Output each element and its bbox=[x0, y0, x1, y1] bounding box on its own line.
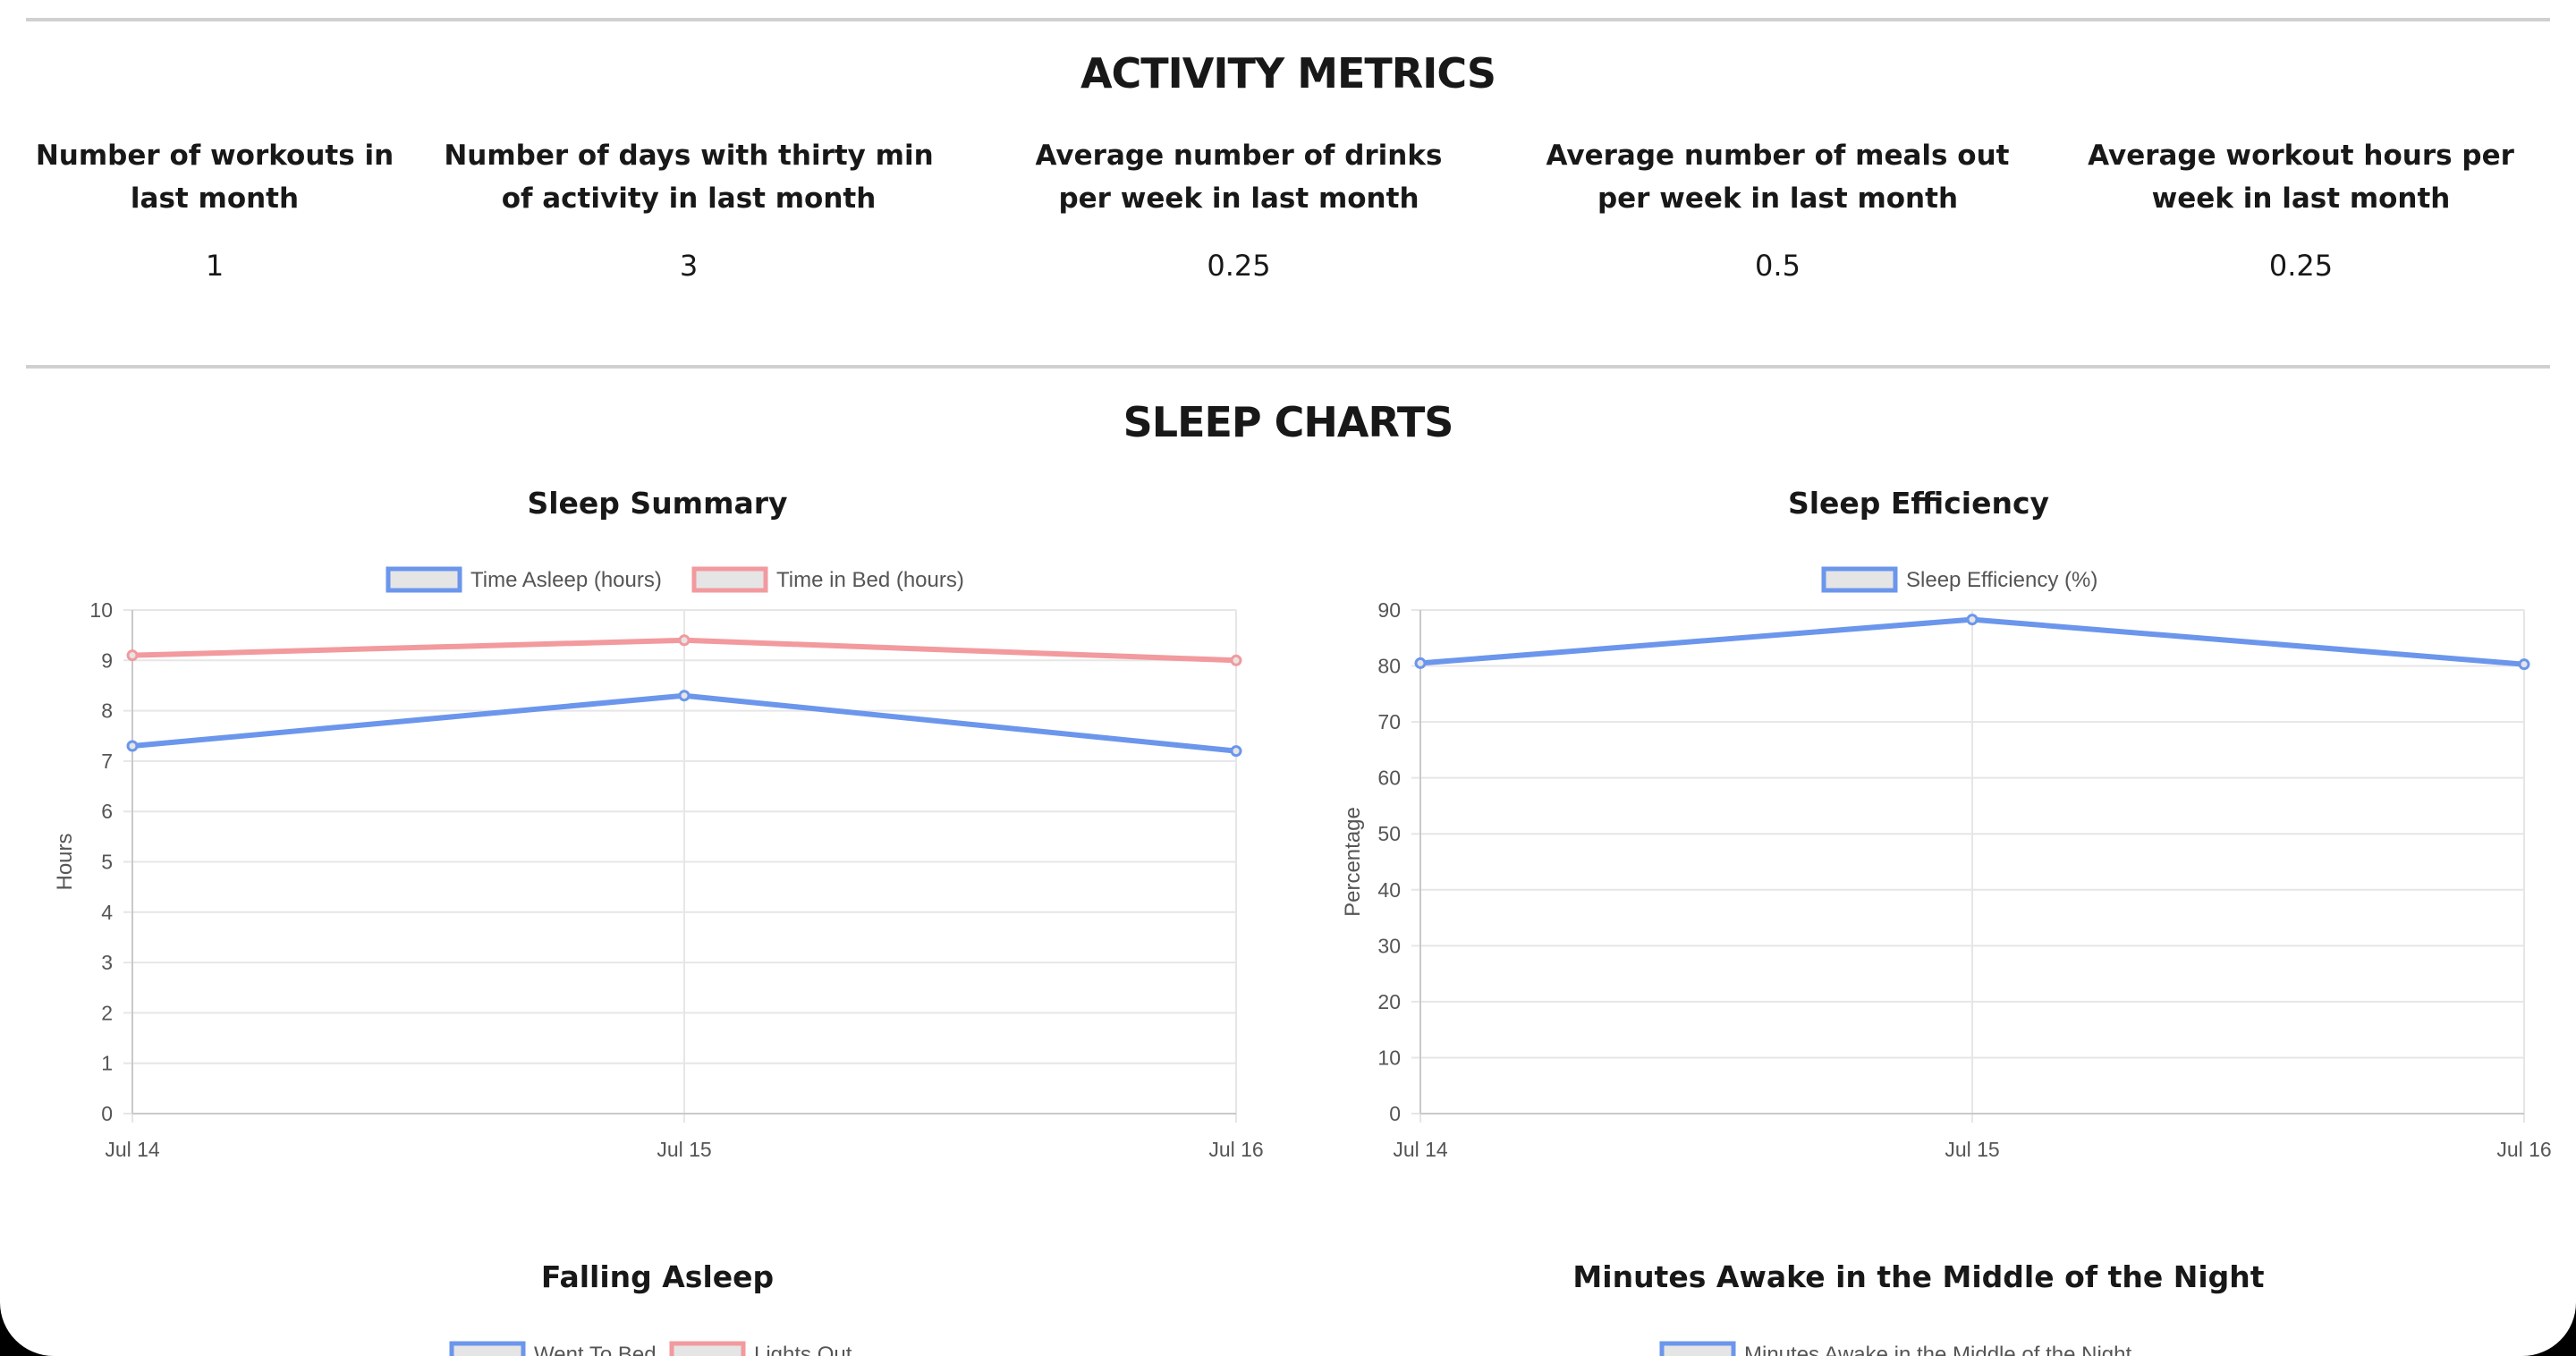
y-tick-label: 50 bbox=[1377, 822, 1401, 845]
metric-value: 1 bbox=[205, 249, 225, 283]
y-tick-label: 80 bbox=[1377, 655, 1401, 678]
y-tick-label: 8 bbox=[101, 699, 113, 723]
legend-swatch bbox=[669, 1341, 746, 1356]
sleep-efficiency-title: Sleep Efficiency bbox=[1787, 486, 2050, 521]
metric-workout-hours: Average workout hours per week in last m… bbox=[2057, 134, 2545, 283]
x-tick-label: Jul 16 bbox=[1208, 1138, 1263, 1161]
legend-label: Time Asleep (hours) bbox=[470, 568, 662, 592]
data-point bbox=[678, 634, 691, 647]
data-point bbox=[126, 649, 139, 662]
y-tick-label: 0 bbox=[1389, 1102, 1401, 1125]
y-tick-label: 3 bbox=[101, 951, 113, 974]
y-tick-label: 90 bbox=[1377, 598, 1401, 622]
top-divider bbox=[26, 18, 2550, 21]
activity-metrics-title: ACTIVITY METRICS bbox=[1080, 49, 1496, 97]
minutes-awake-legend: Minutes Awake in the Middle of the Night bbox=[1659, 1341, 2131, 1356]
x-tick-label: Jul 16 bbox=[2496, 1138, 2551, 1161]
legend-swatch bbox=[1821, 566, 1898, 593]
data-point bbox=[1966, 614, 1979, 626]
metric-label: Average number of meals out per week in … bbox=[1546, 140, 2010, 215]
y-axis-title: Percentage bbox=[1341, 807, 1365, 917]
data-point bbox=[1414, 657, 1427, 669]
y-tick-label: 9 bbox=[101, 648, 113, 672]
legend-label: Went To Bed bbox=[534, 1343, 657, 1356]
sleep-summary-chart: Time Asleep (hours) Time in Bed (hours) 0 1… bbox=[53, 566, 1264, 1161]
x-tick-label: Jul 14 bbox=[105, 1138, 160, 1161]
sleep-efficiency-chart: Sleep Efficiency (%) 0 10 20 30 40 50 60 70 80 90 J… bbox=[1341, 566, 2552, 1161]
metric-meals-out: Average number of meals out per week in … bbox=[1530, 134, 2026, 283]
legend-swatch bbox=[386, 566, 462, 593]
y-tick-label: 10 bbox=[89, 598, 113, 622]
metric-label: Number of days with thirty min of activi… bbox=[444, 140, 934, 215]
data-point bbox=[2518, 658, 2530, 671]
metric-drinks: Average number of drinks per week in las… bbox=[1006, 134, 1471, 283]
y-tick-label: 60 bbox=[1377, 767, 1401, 790]
data-point bbox=[678, 690, 691, 702]
y-tick-label: 0 bbox=[101, 1102, 113, 1125]
x-tick-label: Jul 15 bbox=[657, 1138, 711, 1161]
y-tick-label: 40 bbox=[1377, 878, 1401, 902]
y-axis-title: Hours bbox=[53, 833, 77, 890]
falling-asleep-legend: Went To Bed Lights Out bbox=[449, 1341, 852, 1356]
metric-value: 0.25 bbox=[2268, 249, 2334, 283]
data-point bbox=[126, 740, 139, 752]
metric-value: 0.25 bbox=[1207, 249, 1271, 283]
legend-label: Minutes Awake in the Middle of the Night bbox=[1744, 1343, 2131, 1356]
y-tick-label: 2 bbox=[101, 1001, 113, 1024]
y-tick-label: 1 bbox=[101, 1052, 113, 1075]
legend-label: Sleep Efficiency (%) bbox=[1906, 568, 2097, 592]
data-point bbox=[1230, 745, 1242, 758]
y-tick-label: 6 bbox=[101, 800, 113, 823]
y-tick-label: 30 bbox=[1377, 934, 1401, 957]
legend-label: Time in Bed (hours) bbox=[776, 568, 964, 592]
data-point bbox=[1230, 654, 1242, 666]
metric-active-days: Number of days with thirty min of activi… bbox=[443, 134, 935, 283]
metric-label: Average workout hours per week in last m… bbox=[2088, 140, 2514, 215]
y-tick-label: 10 bbox=[1377, 1046, 1401, 1069]
x-tick-label: Jul 14 bbox=[1393, 1138, 1448, 1161]
metric-value: 3 bbox=[679, 249, 699, 283]
metric-label: Average number of drinks per week in las… bbox=[1035, 140, 1443, 215]
legend-label: Lights Out bbox=[754, 1343, 852, 1356]
y-tick-label: 4 bbox=[101, 901, 113, 924]
middle-divider bbox=[26, 365, 2550, 369]
sleep-summary-title: Sleep Summary bbox=[527, 486, 788, 521]
metric-value: 0.5 bbox=[1755, 249, 1801, 283]
metric-workouts: Number of workouts in last month 1 bbox=[27, 134, 402, 283]
legend-swatch bbox=[449, 1341, 526, 1356]
legend-swatch bbox=[1659, 1341, 1736, 1356]
y-tick-label: 7 bbox=[101, 750, 113, 773]
y-tick-label: 5 bbox=[101, 851, 113, 874]
legend-swatch bbox=[691, 566, 768, 593]
minutes-awake-title: Minutes Awake in the Middle of the Night bbox=[1572, 1259, 2265, 1294]
sleep-charts-title: SLEEP CHARTS bbox=[1123, 398, 1454, 446]
y-tick-label: 70 bbox=[1377, 710, 1401, 733]
y-tick-label: 20 bbox=[1377, 990, 1401, 1013]
metric-label: Number of workouts in last month bbox=[35, 140, 394, 215]
x-tick-label: Jul 15 bbox=[1945, 1138, 1999, 1161]
falling-asleep-title: Falling Asleep bbox=[540, 1259, 775, 1294]
